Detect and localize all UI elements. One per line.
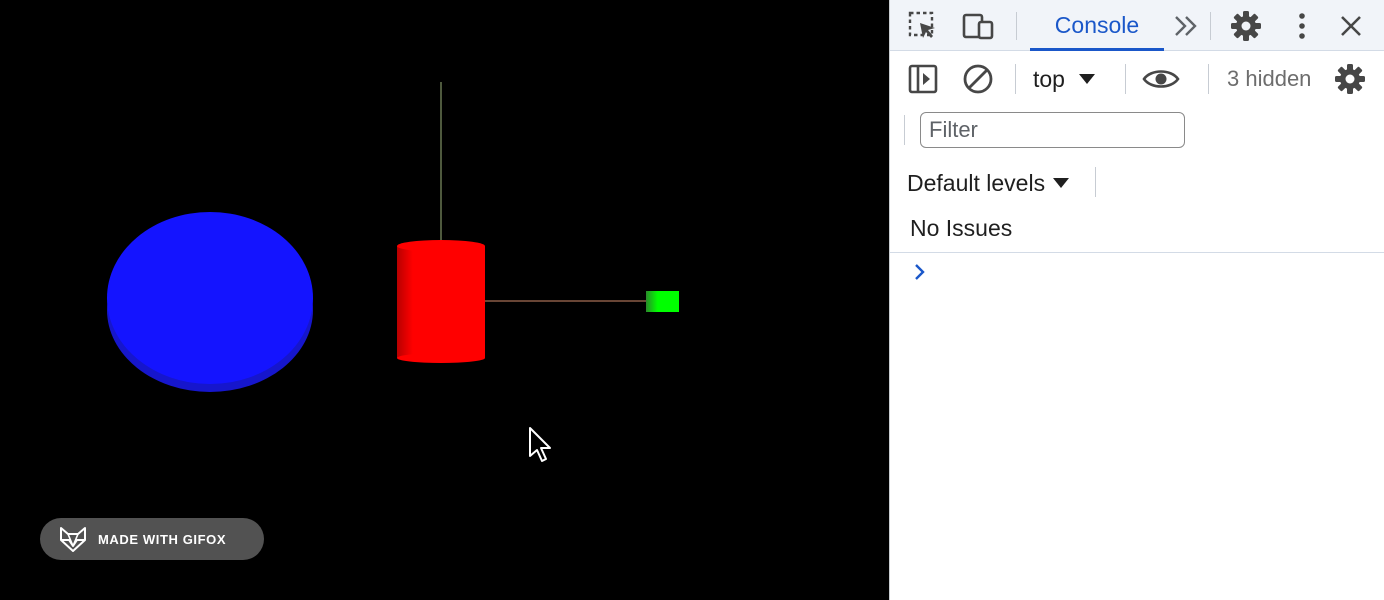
double-chevron-right-icon[interactable] xyxy=(1170,10,1202,42)
close-icon[interactable] xyxy=(1334,9,1368,43)
clear-console-icon[interactable] xyxy=(961,62,995,96)
eye-icon[interactable] xyxy=(1141,62,1181,96)
chevron-right-icon[interactable] xyxy=(914,262,926,282)
hidden-messages-count[interactable]: 3 hidden xyxy=(1227,62,1311,96)
red-cylinder-bottom xyxy=(397,353,485,363)
green-cube[interactable] xyxy=(646,291,679,312)
watermark-text: MADE WITH GIFOX xyxy=(98,531,227,547)
filter-separator xyxy=(904,115,905,145)
toolbar-separator-2 xyxy=(1125,64,1126,94)
gear-icon[interactable] xyxy=(1228,8,1264,44)
filter-input[interactable] xyxy=(920,112,1185,148)
tab-console[interactable]: Console xyxy=(1030,0,1164,51)
context-value: top xyxy=(1033,65,1065,92)
devtools-panel: Console top 3 hidden Filter Default leve… xyxy=(889,0,1384,600)
devtools-tabbar: Console xyxy=(890,0,1384,51)
console-settings-gear-icon[interactable] xyxy=(1333,62,1367,96)
red-cylinder-top xyxy=(397,240,485,252)
log-levels-label: Default levels xyxy=(907,169,1046,196)
active-tab-indicator xyxy=(1030,48,1164,51)
scene-canvas[interactable] xyxy=(0,0,889,600)
caret-down-icon xyxy=(1053,178,1070,188)
device-toolbar-icon[interactable] xyxy=(961,9,995,43)
toolbar-separator-3 xyxy=(1208,64,1209,94)
issues-status[interactable]: No Issues xyxy=(910,215,1012,242)
log-levels-dropdown[interactable]: Default levels xyxy=(907,166,1070,200)
fox-icon xyxy=(60,527,86,552)
levels-separator xyxy=(1095,167,1096,197)
gifox-watermark: MADE WITH GIFOX xyxy=(40,518,264,560)
tabbar-separator xyxy=(1016,12,1017,40)
red-cylinder-body[interactable] xyxy=(397,246,485,358)
sidebar-toggle-icon[interactable] xyxy=(906,62,940,96)
caret-down-icon xyxy=(1078,74,1095,84)
toolbar-separator xyxy=(1015,64,1016,94)
webgl-viewport[interactable]: MADE WITH GIFOX xyxy=(0,0,889,600)
context-selector[interactable]: top xyxy=(1033,62,1095,96)
console-divider xyxy=(890,252,1384,253)
inspect-element-icon[interactable] xyxy=(906,9,940,43)
blue-ellipsoid[interactable] xyxy=(107,212,313,384)
tabbar-separator-2 xyxy=(1210,12,1211,40)
mouse-cursor-icon xyxy=(529,427,551,462)
kebab-menu-icon[interactable] xyxy=(1287,8,1317,44)
